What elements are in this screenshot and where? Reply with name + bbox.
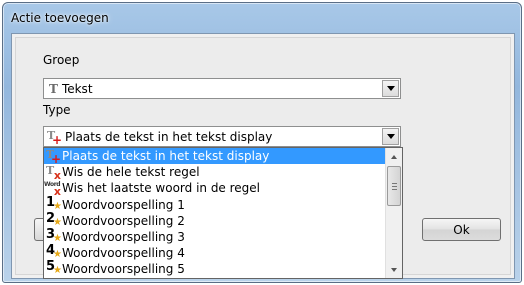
list-item[interactable]: Word x Wis het laatste woord in de regel bbox=[44, 180, 386, 199]
list-item[interactable]: Tx Wis de hele tekst regel bbox=[44, 164, 386, 183]
groep-select-value: Tekst bbox=[61, 81, 93, 96]
vertical-scrollbar[interactable] bbox=[385, 148, 402, 278]
text-add-icon: T + bbox=[47, 129, 62, 144]
prediction-star-icon: 3 ★ bbox=[46, 227, 62, 245]
list-item-label: Woordvoorspelling 4 bbox=[62, 246, 185, 261]
type-dropdown-list: T + Plaats de tekst in het tekst display … bbox=[43, 147, 403, 279]
scroll-up-button[interactable] bbox=[386, 148, 402, 165]
list-item[interactable]: 1 ★ Woordvoorspelling 1 bbox=[44, 194, 386, 213]
arrow-up-icon bbox=[391, 154, 397, 159]
list-item-label: Woordvoorspelling 2 bbox=[62, 213, 185, 228]
scroll-down-button[interactable] bbox=[386, 261, 402, 278]
list-item[interactable]: 4 ★ Woordvoorspelling 4 bbox=[44, 243, 386, 261]
arrow-down-icon bbox=[391, 267, 397, 272]
type-options: T + Plaats de tekst in het tekst display … bbox=[44, 148, 386, 278]
text-add-icon: T + bbox=[46, 148, 61, 167]
scrollbar-thumb[interactable] bbox=[387, 166, 401, 206]
word-clear-icon: Word x bbox=[44, 181, 61, 199]
list-item-label: Wis het laatste woord in de regel bbox=[62, 181, 261, 196]
list-item[interactable]: 2 ★ Woordvoorspelling 2 bbox=[44, 210, 386, 229]
groep-dropdown-button[interactable] bbox=[382, 80, 399, 97]
groep-select[interactable]: T Tekst bbox=[43, 78, 401, 99]
text-clear-icon: Tx bbox=[46, 164, 61, 183]
list-item-label: Wis de hele tekst regel bbox=[62, 165, 200, 180]
text-t-icon: T bbox=[49, 81, 58, 96]
list-item-label: Plaats de tekst in het tekst display bbox=[62, 149, 270, 164]
list-item[interactable]: 3 ★ Woordvoorspelling 3 bbox=[44, 227, 386, 245]
type-dropdown-button[interactable] bbox=[382, 128, 399, 145]
chevron-down-icon bbox=[386, 134, 395, 139]
list-item-label: Woordvoorspelling 3 bbox=[62, 230, 185, 245]
type-select[interactable]: T + Plaats de tekst in het tekst display bbox=[43, 126, 401, 147]
groep-label: Groep bbox=[43, 53, 80, 67]
prediction-star-icon: 5 ★ bbox=[46, 259, 62, 277]
window-title: Actie toevoegen bbox=[11, 11, 109, 25]
list-item-label: Woordvoorspelling 1 bbox=[62, 197, 185, 212]
prediction-star-icon: 4 ★ bbox=[46, 243, 62, 261]
grip-icon bbox=[392, 183, 397, 190]
prediction-star-icon: 2 ★ bbox=[46, 210, 62, 228]
list-item[interactable]: T + Plaats de tekst in het tekst display bbox=[44, 148, 386, 167]
type-label: Type bbox=[43, 103, 71, 117]
type-select-value: Plaats de tekst in het tekst display bbox=[65, 129, 273, 144]
list-item[interactable]: 5 ★ Woordvoorspelling 5 bbox=[44, 259, 386, 277]
ok-button[interactable]: Ok bbox=[422, 218, 501, 241]
chevron-down-icon bbox=[386, 86, 395, 91]
title-bar[interactable]: Actie toevoegen bbox=[9, 7, 513, 29]
prediction-star-icon: 1 ★ bbox=[46, 194, 62, 212]
list-item-label: Woordvoorspelling 5 bbox=[62, 262, 185, 277]
